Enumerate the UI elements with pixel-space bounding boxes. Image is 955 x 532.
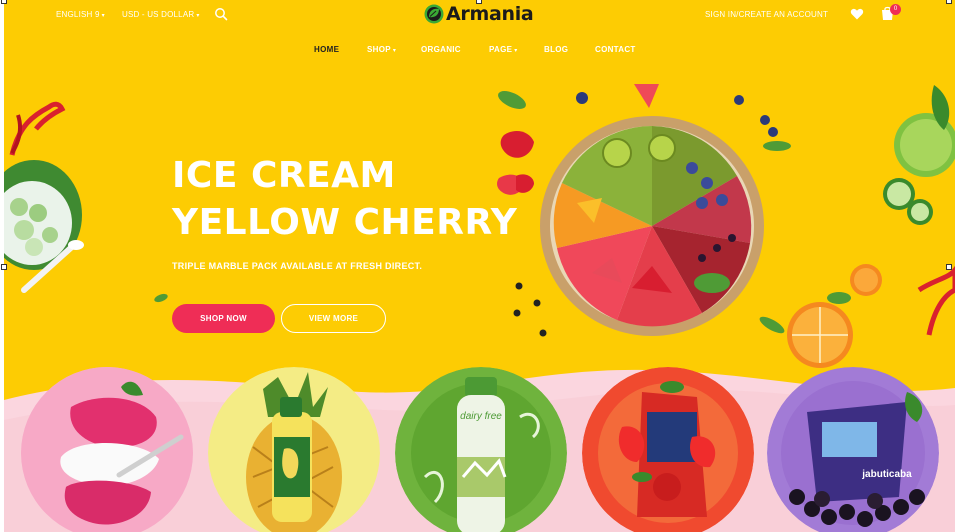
product-circle-pineapple-juice[interactable]: [208, 367, 380, 532]
leaf-decoration: [154, 293, 168, 303]
cucumber-slices-image: [883, 85, 955, 225]
product-circle-jabuticaba-pack[interactable]: jabuticaba: [767, 367, 939, 532]
nav-item-blog[interactable]: BLOG: [544, 45, 568, 54]
nav-item-page[interactable]: PAGE ▾: [489, 45, 518, 54]
page: ENGLISH 9 ▾ USD - US DOLLAR ▾ Armania SIGN…: [0, 0, 955, 532]
currency-label: USD - US DOLLAR: [122, 10, 195, 19]
nav-item-label: SHOP: [367, 45, 391, 54]
product-circle-tomato-pack[interactable]: [582, 367, 754, 532]
blueberries-image: [734, 95, 791, 151]
hero-banner: ENGLISH 9 ▾ USD - US DOLLAR ▾ Armania SIGN…: [4, 0, 955, 532]
hero-subtitle: TRIPLE MARBLE PACK AVAILABLE AT FRESH DI…: [172, 261, 423, 271]
dairy-free-drink-image: dairy free: [395, 367, 567, 532]
top-bar: ENGLISH 9 ▾ USD - US DOLLAR ▾ Armania SIGN…: [4, 0, 955, 30]
nav-item-label: BLOG: [544, 45, 569, 54]
search-icon[interactable]: [214, 7, 228, 21]
chevron-down-icon: ▾: [196, 13, 200, 19]
cucumber-bowl-image: [4, 101, 84, 293]
shop-now-button[interactable]: SHOP NOW: [172, 304, 275, 333]
product-circle-raspberry-icecream[interactable]: [21, 367, 193, 532]
nav-item-shop[interactable]: SHOP ▾: [367, 45, 396, 54]
nav-item-label: HOME: [314, 45, 340, 54]
jabuticaba-pack-image: jabuticaba: [767, 367, 939, 532]
selection-handle[interactable]: [1, 0, 7, 4]
pineapple-juice-image: [208, 367, 380, 532]
chevron-down-icon: ▾: [101, 13, 105, 19]
nav-item-label: CONTACT: [595, 45, 636, 54]
selection-handle[interactable]: [946, 0, 952, 4]
logo-text: Armania: [446, 3, 534, 25]
main-nav: HOME SHOP ▾ ORGANIC PAGE ▾ BLOG CONTACT: [4, 40, 955, 60]
raspberry-icecream-image: [21, 367, 193, 532]
oranges-image: [759, 264, 955, 368]
currency-selector[interactable]: USD - US DOLLAR ▾: [122, 10, 200, 19]
selection-handle[interactable]: [946, 264, 952, 270]
view-more-button[interactable]: VIEW MORE: [281, 304, 386, 333]
nav-item-label: ORGANIC: [421, 45, 461, 54]
tomato-pack-image: [582, 367, 754, 532]
selection-handle[interactable]: [1, 264, 7, 270]
language-label: ENGLISH 9: [56, 10, 100, 19]
scattered-fruits-image: [497, 84, 659, 195]
berries-scatter-image: [513, 282, 547, 337]
site-logo[interactable]: Armania: [424, 2, 534, 26]
nav-item-organic[interactable]: ORGANIC: [421, 45, 461, 54]
sign-in-link[interactable]: SIGN IN/CREATE AN ACCOUNT: [705, 10, 828, 19]
nav-item-contact[interactable]: CONTACT: [595, 45, 636, 54]
product-circle-dairy-free-drink[interactable]: dairy free: [395, 367, 567, 532]
cart-count-badge: 0: [890, 4, 901, 15]
nav-item-label: PAGE: [489, 45, 513, 54]
jabuticaba-label: jabuticaba: [861, 469, 912, 480]
heart-icon[interactable]: [850, 7, 864, 21]
chevron-down-icon: ▾: [392, 48, 397, 54]
chevron-down-icon: ▾: [514, 48, 518, 54]
leaf-logo-icon: [424, 4, 444, 24]
nav-item-home[interactable]: HOME: [314, 45, 339, 54]
language-selector[interactable]: ENGLISH 9 ▾: [56, 10, 105, 19]
dairy-free-label: dairy free: [460, 411, 502, 422]
selection-handle[interactable]: [476, 0, 482, 4]
